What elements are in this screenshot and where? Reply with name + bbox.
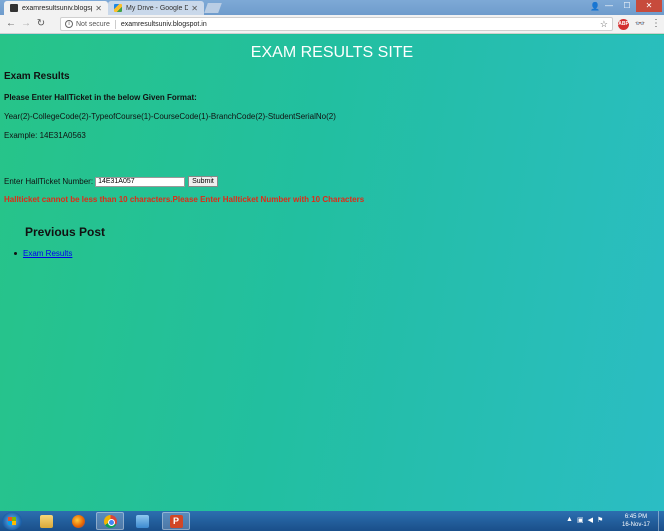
show-desktop-button[interactable] [658, 511, 664, 531]
system-tray: ▲ ▣ ◀ ⚑ [566, 516, 603, 524]
taskbar-app[interactable] [128, 512, 156, 530]
flag-notify-icon[interactable]: ⚑ [597, 516, 603, 524]
divider [114, 19, 116, 29]
taskbar-clock[interactable]: 6:45 PM 16-Nov-17 [618, 513, 654, 529]
tab-exam-results[interactable]: examresultsuniv.blogspot ✕ [4, 1, 108, 15]
tray-arrow-icon[interactable]: ▲ [566, 516, 573, 524]
volume-icon[interactable]: ◀ [588, 516, 593, 524]
firefox-icon [71, 514, 85, 528]
close-tab-icon[interactable]: ✕ [95, 4, 102, 13]
start-button[interactable] [2, 512, 22, 530]
new-tab-button[interactable] [204, 3, 222, 13]
clock-date: 16-Nov-17 [621, 522, 650, 528]
hallticket-input[interactable] [95, 176, 186, 187]
tab-title: examresultsuniv.blogspot [22, 4, 92, 12]
powerpoint-icon: P [169, 514, 183, 528]
error-message: Hallticket cannot be less than 10 charac… [4, 195, 365, 204]
network-icon[interactable]: ▣ [577, 516, 584, 524]
folder-icon [39, 514, 53, 528]
page-content: EXAM RESULTS SITE Exam Results Please En… [0, 35, 664, 511]
security-label: Not secure [76, 20, 110, 28]
back-arrow-icon[interactable]: ← [5, 18, 17, 30]
instruction-text: Please Enter HallTicket in the below Giv… [4, 93, 197, 102]
tab-google-drive[interactable]: My Drive - Google Drive ✕ [108, 1, 204, 15]
submit-button[interactable]: Submit [188, 176, 218, 187]
window-close-icon[interactable]: ✕ [636, 0, 662, 12]
browser-toolbar: ← → ↻ i Not secure examresultsuniv.blogs… [0, 15, 664, 34]
forward-arrow-icon[interactable]: → [20, 18, 32, 30]
taskbar-chrome[interactable] [96, 512, 124, 530]
minimize-icon[interactable]: — [600, 0, 618, 12]
bullet-icon [14, 252, 17, 256]
browser-menu-icon[interactable]: ⋮ [651, 18, 661, 30]
example-text: Example: 14E31A0563 [4, 131, 86, 140]
previous-post-heading: Previous Post [25, 225, 106, 239]
incognito-extension-icon[interactable]: 👓 [634, 19, 646, 30]
window-app-icon [135, 514, 149, 528]
adblock-extension-icon[interactable]: ABP [618, 19, 629, 30]
format-text: Year(2)-CollegeCode(2)-TypeofCourse(1)-C… [4, 112, 336, 121]
list-item: Exam Results [14, 249, 72, 258]
taskbar-powerpoint[interactable]: P [162, 512, 190, 530]
url-text: examresultsuniv.blogspot.in [120, 20, 207, 28]
blogger-favicon-icon [10, 4, 18, 12]
section-heading: Exam Results [4, 71, 70, 82]
address-bar[interactable]: i Not secure examresultsuniv.blogspot.in… [60, 17, 613, 31]
taskbar: P ▲ ▣ ◀ ⚑ 6:45 PM 16-Nov-17 [0, 511, 664, 531]
hallticket-form: Enter HallTicket Number: Submit [4, 176, 218, 187]
maximize-icon[interactable]: ☐ [618, 0, 636, 12]
windows-logo-icon [8, 517, 16, 525]
window-controls: — ☐ ✕ [600, 0, 662, 12]
taskbar-explorer[interactable] [32, 512, 60, 530]
clock-time: 6:45 PM [624, 514, 648, 520]
close-tab-icon[interactable]: ✕ [191, 4, 198, 13]
bookmark-star-icon[interactable]: ☆ [600, 19, 608, 30]
exam-results-link[interactable]: Exam Results [23, 249, 72, 258]
info-icon[interactable]: i [65, 20, 73, 28]
tab-strip: examresultsuniv.blogspot ✕ My Drive - Go… [0, 0, 664, 15]
hallticket-label: Enter HallTicket Number: [4, 177, 94, 186]
taskbar-firefox[interactable] [64, 512, 92, 530]
tab-title: My Drive - Google Drive [126, 4, 189, 12]
site-title: EXAM RESULTS SITE [250, 44, 414, 61]
reload-icon[interactable]: ↻ [35, 18, 47, 30]
chrome-icon [103, 514, 117, 528]
previous-post-list: Exam Results [14, 249, 72, 258]
google-drive-favicon-icon [114, 4, 122, 12]
